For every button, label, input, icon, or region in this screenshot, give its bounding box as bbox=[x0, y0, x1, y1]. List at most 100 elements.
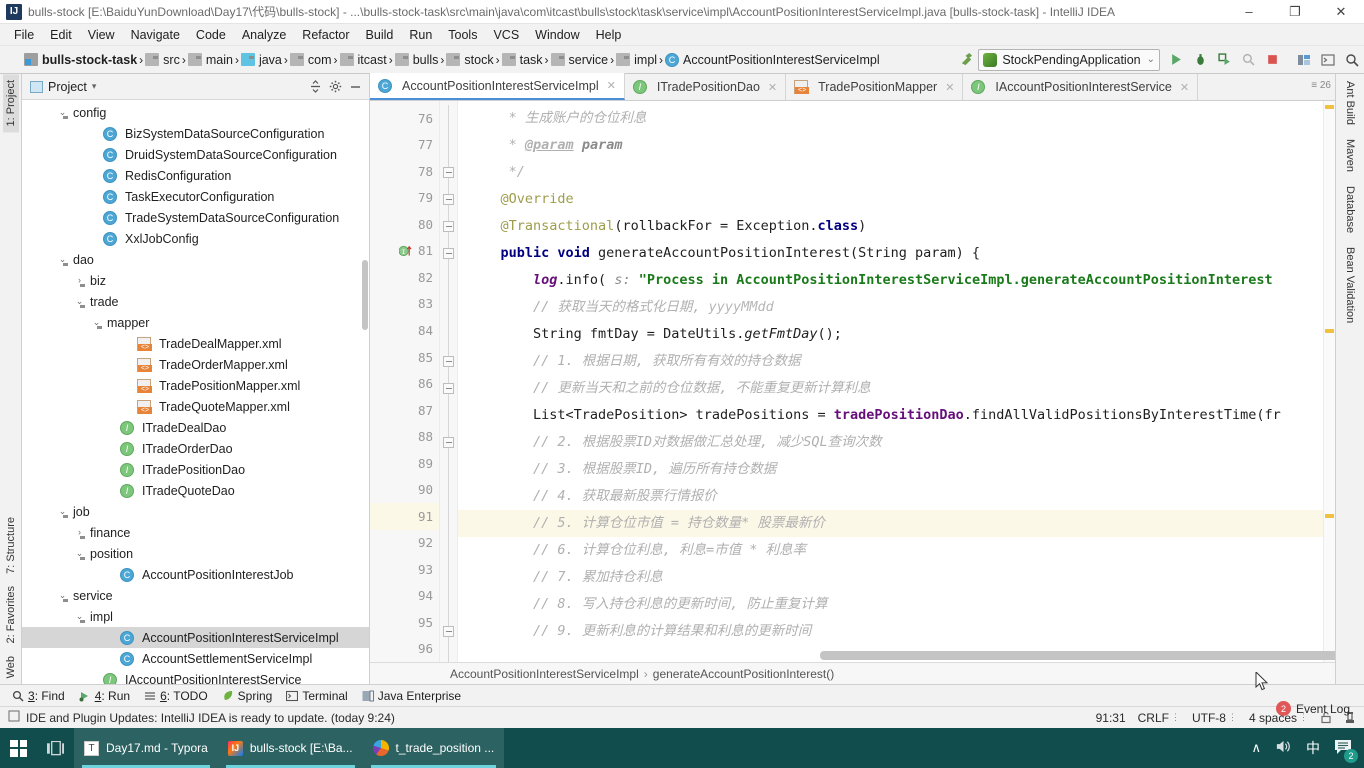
line-number[interactable]: 82 bbox=[370, 264, 439, 291]
code-line[interactable]: // 6. 计算仓位利息, 利息=市值 * 利息率 bbox=[458, 537, 1335, 564]
line-number[interactable]: 89 bbox=[370, 450, 439, 477]
code-editor[interactable]: 76 77 78 79 80 I 81 82 83 84 85 86 87 88 89 90 91 92 93 94 9… bbox=[370, 101, 1335, 662]
tree-item-iaccountpositioninterestservice[interactable]: I IAccountPositionInterestService bbox=[22, 669, 369, 684]
menu-window[interactable]: Window bbox=[527, 26, 587, 44]
code-line[interactable]: // 5. 计算仓位市值 = 持仓数量* 股票最新价 bbox=[458, 510, 1335, 537]
code-line[interactable]: List<TradePosition> tradePositions = tra… bbox=[458, 402, 1335, 429]
fold-toggle[interactable] bbox=[443, 356, 454, 367]
line-number[interactable]: 96 bbox=[370, 636, 439, 662]
tool-window-tab-project[interactable]: 1: Project bbox=[2, 74, 19, 133]
line-number[interactable]: 87 bbox=[370, 397, 439, 424]
tree-item-position[interactable]: ⌄ position bbox=[22, 543, 369, 564]
code-line[interactable]: // 1. 根据日期, 获取所有有效的持仓数据 bbox=[458, 348, 1335, 375]
tab-overflow-count[interactable]: ≡ 26 bbox=[1311, 80, 1331, 91]
tree-item-service[interactable]: ⌄ service bbox=[22, 585, 369, 606]
breadcrumb-src[interactable]: src bbox=[143, 53, 182, 67]
hide-panel-button[interactable] bbox=[345, 77, 365, 97]
menu-navigate[interactable]: Navigate bbox=[123, 26, 188, 44]
encoding-selector[interactable]: UTF-8 ⋮ bbox=[1192, 711, 1237, 725]
close-icon[interactable]: ✕ bbox=[768, 81, 777, 94]
code-line[interactable]: public void generateAccountPositionInter… bbox=[458, 240, 1335, 267]
line-number[interactable]: 83 bbox=[370, 291, 439, 318]
run-configuration-selector[interactable]: StockPendingApplication ⌄ bbox=[978, 48, 1160, 71]
show-hidden-icons-button[interactable]: ∧ bbox=[1251, 740, 1261, 756]
debug-button[interactable] bbox=[1188, 48, 1212, 72]
code-line[interactable]: * @param param bbox=[458, 132, 1335, 159]
terminal-button[interactable] bbox=[1316, 48, 1340, 72]
menu-help[interactable]: Help bbox=[588, 26, 630, 44]
line-separator-selector[interactable]: CRLF ⋮ bbox=[1138, 711, 1180, 725]
line-number[interactable]: 92 bbox=[370, 530, 439, 557]
breadcrumb-impl[interactable]: impl bbox=[614, 53, 659, 67]
close-icon[interactable]: ✕ bbox=[607, 79, 616, 92]
line-number[interactable]: 91 bbox=[370, 502, 439, 530]
ime-indicator[interactable]: 中 bbox=[1306, 738, 1320, 758]
project-tree[interactable]: ⌄ config C BizSystemDataSourceConfiguration… bbox=[22, 100, 369, 684]
menu-run[interactable]: Run bbox=[401, 26, 440, 44]
line-number[interactable]: 93 bbox=[370, 556, 439, 583]
tool-window-tab-antbuild[interactable]: Ant Build bbox=[1341, 74, 1359, 132]
close-icon[interactable]: ✕ bbox=[945, 81, 954, 94]
tree-item-druidsystemdatasourceconfiguration[interactable]: C DruidSystemDataSourceConfiguration bbox=[22, 144, 369, 165]
code-line[interactable]: // 获取当天的格式化日期, yyyyMMdd bbox=[458, 294, 1335, 321]
code-line[interactable]: // 更新当天和之前的仓位数据, 不能重复更新计算利息 bbox=[458, 375, 1335, 402]
taskbar-item-ttradeposition[interactable]: t_trade_position ... bbox=[362, 728, 505, 768]
fold-toggle[interactable] bbox=[443, 221, 454, 232]
volume-icon[interactable] bbox=[1275, 739, 1292, 757]
tree-item-itradeorderdao[interactable]: I ITradeOrderDao bbox=[22, 438, 369, 459]
editor-tab-accountpositioninterestserviceimpl[interactable]: C AccountPositionInterestServiceImpl ✕ bbox=[370, 73, 625, 100]
menu-view[interactable]: View bbox=[80, 26, 123, 44]
code-line[interactable]: // 3. 根据股票ID, 遍历所有持仓数据 bbox=[458, 456, 1335, 483]
code-line[interactable]: // 7. 累加持仓利息 bbox=[458, 564, 1335, 591]
breadcrumb-com[interactable]: com bbox=[288, 53, 334, 67]
code-line[interactable]: */ bbox=[458, 159, 1335, 186]
code-content[interactable]: * 生成账户的仓位利息 * @param param */ @Override … bbox=[458, 101, 1335, 662]
line-number[interactable]: 95 bbox=[370, 609, 439, 636]
breadcrumb-stock[interactable]: stock bbox=[444, 53, 495, 67]
breadcrumb-accountpositioninterestserviceimpl[interactable]: C AccountPositionInterestServiceImpl bbox=[663, 52, 882, 67]
fold-toggle[interactable] bbox=[443, 167, 454, 178]
editor-tab-tradepositionmapper[interactable]: TradePositionMapper ✕ bbox=[786, 74, 964, 100]
line-number[interactable]: 90 bbox=[370, 476, 439, 503]
tree-item-tradesystemdatasourceconfiguration[interactable]: C TradeSystemDataSourceConfiguration bbox=[22, 207, 369, 228]
start-button[interactable] bbox=[0, 728, 37, 768]
close-button[interactable]: ✕ bbox=[1318, 0, 1364, 24]
tree-item-itradepositiondao[interactable]: I ITradePositionDao bbox=[22, 459, 369, 480]
tool-window-tab-beanvalidation[interactable]: Bean Validation bbox=[1341, 240, 1359, 330]
tree-item-tradeordermapperxml[interactable]: TradeOrderMapper.xml bbox=[22, 354, 369, 375]
tool-window-button-spring[interactable]: Spring bbox=[222, 689, 272, 703]
maximize-button[interactable]: ❐ bbox=[1272, 0, 1318, 24]
run-with-coverage-button[interactable] bbox=[1212, 48, 1236, 72]
tree-item-itradedealdao[interactable]: I ITradeDealDao bbox=[22, 417, 369, 438]
tool-window-button-todo[interactable]: 6: TODO bbox=[144, 689, 208, 703]
close-icon[interactable]: ✕ bbox=[1180, 81, 1189, 94]
tree-item-accountpositioninterestjob[interactable]: C AccountPositionInterestJob bbox=[22, 564, 369, 585]
project-scrollbar[interactable] bbox=[362, 260, 368, 330]
breadcrumb-itcast[interactable]: itcast bbox=[338, 53, 389, 67]
tool-window-tab-maven[interactable]: Maven bbox=[1341, 132, 1359, 179]
tree-item-bizsystemdatasourceconfiguration[interactable]: C BizSystemDataSourceConfiguration bbox=[22, 123, 369, 144]
tool-window-tab-favorites[interactable]: 2: Favorites bbox=[3, 580, 19, 649]
line-number[interactable]: 78 bbox=[370, 158, 439, 185]
menu-tools[interactable]: Tools bbox=[440, 26, 485, 44]
task-view-button[interactable] bbox=[37, 728, 74, 768]
tool-window-tab-web[interactable]: Web bbox=[3, 650, 19, 684]
tree-item-trade[interactable]: ⌄ trade bbox=[22, 291, 369, 312]
build-hammer-icon[interactable] bbox=[954, 48, 978, 72]
tree-item-tradepositionmapperxml[interactable]: TradePositionMapper.xml bbox=[22, 375, 369, 396]
breadcrumb-main[interactable]: main bbox=[186, 53, 235, 67]
project-panel-title-group[interactable]: Project ▾ bbox=[30, 80, 305, 94]
code-line[interactable]: // 9. 更新利息的计算结果和利息的更新时间 bbox=[458, 618, 1335, 645]
notifications-icon[interactable]: 2 bbox=[1334, 739, 1358, 763]
tool-window-button-run[interactable]: 4: Run bbox=[79, 689, 130, 703]
event-log-notification[interactable]: 2 Event Log bbox=[1275, 701, 1350, 716]
code-line[interactable]: * 生成账户的仓位利息 bbox=[458, 105, 1335, 132]
fold-toggle[interactable] bbox=[443, 194, 454, 205]
tree-item-tradequotemapperxml[interactable]: TradeQuoteMapper.xml bbox=[22, 396, 369, 417]
tree-item-config[interactable]: ⌄ config bbox=[22, 102, 369, 123]
menu-code[interactable]: Code bbox=[188, 26, 234, 44]
code-line[interactable]: String fmtDay = DateUtils.getFmtDay(); bbox=[458, 321, 1335, 348]
profiler-button[interactable] bbox=[1236, 48, 1260, 72]
stripe-warning-marker[interactable] bbox=[1325, 329, 1334, 333]
line-number[interactable]: 88 bbox=[370, 423, 439, 450]
